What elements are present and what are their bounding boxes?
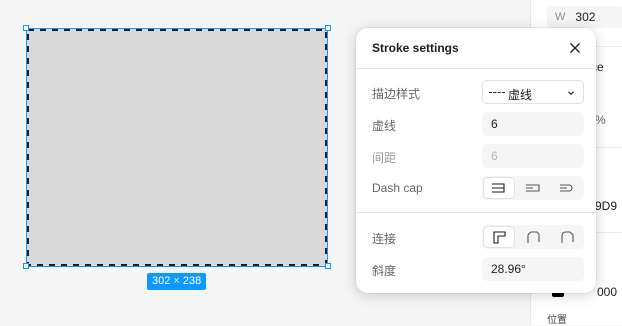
- join-bevel-icon: [527, 231, 540, 243]
- selected-rectangle[interactable]: [26, 28, 328, 267]
- dash-input[interactable]: 6: [482, 112, 584, 136]
- popover-header: Stroke settings: [356, 28, 596, 69]
- partial-value: %: [595, 113, 606, 127]
- join-label: 连接: [372, 232, 397, 246]
- dash-cap-round-button[interactable]: [552, 178, 582, 198]
- width-label: W: [555, 11, 566, 23]
- gap-input[interactable]: 6: [482, 144, 584, 168]
- resize-handle-top-left[interactable]: [23, 25, 29, 31]
- dashed-stroke: [27, 29, 327, 266]
- stroke-style-dropdown[interactable]: 虚线: [482, 80, 584, 104]
- join-round-button[interactable]: [552, 227, 582, 247]
- gap-label: 间距: [372, 151, 397, 165]
- stroke-style-value: 虚线: [508, 88, 533, 102]
- stroke-style-row: 描边样式 虚线: [356, 80, 596, 104]
- resize-handle-bottom-left[interactable]: [23, 263, 29, 269]
- size-badge: 302 × 238: [147, 273, 207, 290]
- width-value: 302: [575, 10, 596, 24]
- dash-cap-square-button[interactable]: [518, 178, 548, 198]
- fill-hex-partial: 9D9: [595, 199, 618, 213]
- stroke-settings-popover: Stroke settings 描边样式 虚线 虚线 6 间距 6 Dash c…: [356, 28, 596, 293]
- chevron-down-icon: [568, 91, 574, 96]
- resize-handle-top-right[interactable]: [325, 25, 331, 31]
- cap-square-icon: [526, 184, 540, 192]
- join-miter-button[interactable]: [484, 227, 514, 247]
- join-bevel-button[interactable]: [518, 227, 548, 247]
- stroke-style-label: 描边样式: [372, 87, 421, 101]
- join-row: 连接: [356, 225, 596, 249]
- dash-label: 虚线: [372, 119, 397, 133]
- gap-row: 间距 6: [356, 144, 596, 168]
- popover-title: Stroke settings: [372, 41, 459, 55]
- join-segmented-control: [482, 225, 584, 249]
- cap-round-icon: [560, 184, 573, 192]
- miter-angle-row: 斜度 28.96°: [356, 257, 596, 281]
- miter-angle-label: 斜度: [372, 264, 397, 278]
- dash-cap-row: Dash cap: [356, 176, 596, 200]
- stroke-hex-partial: 000: [597, 285, 618, 299]
- dash-row: 虚线 6: [356, 112, 596, 136]
- dash-cap-label: Dash cap: [372, 181, 423, 195]
- miter-angle-input[interactable]: 28.96°: [482, 257, 584, 281]
- cap-none-icon: [492, 183, 505, 193]
- dash-preview-icon: [489, 92, 505, 93]
- resize-handle-bottom-right[interactable]: [325, 263, 331, 269]
- position-label: 位置: [547, 315, 567, 326]
- join-miter-icon: [493, 231, 506, 244]
- join-round-icon: [561, 231, 574, 243]
- width-field[interactable]: W 302: [547, 6, 622, 28]
- close-icon[interactable]: [566, 39, 584, 57]
- dash-cap-none-button[interactable]: [484, 178, 514, 198]
- popover-divider: [356, 212, 596, 213]
- dash-cap-segmented-control: [482, 176, 584, 200]
